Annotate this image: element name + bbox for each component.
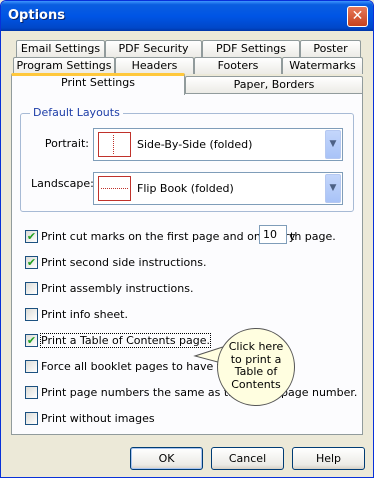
info-sheet-label: Print info sheet. (41, 308, 128, 321)
portrait-layout-select[interactable]: Side-By-Side (folded) ▼ (93, 128, 343, 161)
second-side-checkbox[interactable]: ✔ (25, 256, 38, 269)
force-booklet-checkbox[interactable] (25, 360, 38, 373)
cut-marks-label: Print cut marks on the first page and on… (41, 230, 296, 243)
assembly-label: Print assembly instructions. (41, 282, 194, 295)
cut-marks-checkbox[interactable]: ✔ (25, 230, 38, 243)
flip-book-preview-icon (98, 176, 131, 201)
landscape-label: Landscape: (31, 177, 94, 190)
callout-line: Click here (228, 340, 284, 353)
tab-paper-borders[interactable]: Paper, Borders (185, 76, 363, 93)
side-by-side-preview-icon (98, 132, 131, 157)
tab-footers[interactable]: Footers (194, 57, 282, 74)
cut-marks-interval-input[interactable]: 10 (259, 225, 287, 244)
portrait-layout-value: Side-By-Side (folded) (137, 138, 253, 151)
tab-pdf-security[interactable]: PDF Security (105, 40, 202, 57)
title-bar[interactable]: Options ✕ (1, 1, 373, 31)
page-numbers-checkbox[interactable] (25, 386, 38, 399)
default-layouts-label: Default Layouts (30, 106, 123, 119)
tab-program-settings[interactable]: Program Settings (13, 57, 115, 74)
tab-watermarks[interactable]: Watermarks (282, 57, 363, 74)
info-sheet-checkbox[interactable] (25, 308, 38, 321)
toc-checkbox[interactable]: ✔ (25, 334, 38, 347)
options-dialog: Options ✕ Email Settings PDF Security PD… (0, 0, 374, 478)
tab-email-settings[interactable]: Email Settings (16, 40, 105, 57)
cancel-button[interactable]: Cancel (211, 447, 284, 470)
tab-poster[interactable]: Poster (300, 40, 361, 57)
help-button[interactable]: Help (292, 447, 365, 470)
toc-label: Print a Table of Contents page. (39, 333, 212, 348)
close-button[interactable]: ✕ (347, 6, 368, 27)
window-title: Options (8, 8, 65, 23)
callout-line: Contents (231, 377, 281, 391)
without-images-label: Print without images (41, 412, 155, 425)
chevron-down-icon[interactable]: ▼ (325, 174, 341, 203)
ok-button[interactable]: OK (130, 447, 203, 470)
cut-marks-suffix: th page. (290, 230, 336, 243)
assembly-checkbox[interactable] (25, 282, 38, 295)
tab-headers[interactable]: Headers (115, 57, 194, 74)
chevron-down-icon[interactable]: ▼ (325, 130, 341, 159)
landscape-layout-select[interactable]: Flip Book (folded) ▼ (93, 172, 343, 205)
portrait-label: Portrait: (44, 137, 89, 150)
tab-print-settings[interactable]: Print Settings (11, 73, 185, 95)
landscape-layout-value: Flip Book (folded) (137, 182, 234, 195)
second-side-label: Print second side instructions. (41, 256, 207, 269)
tab-pdf-settings[interactable]: PDF Settings (202, 40, 300, 57)
callout-line: Table of (234, 365, 278, 378)
toc-callout: Click here to print a Table of Contents (217, 328, 295, 406)
without-images-checkbox[interactable] (25, 412, 38, 425)
